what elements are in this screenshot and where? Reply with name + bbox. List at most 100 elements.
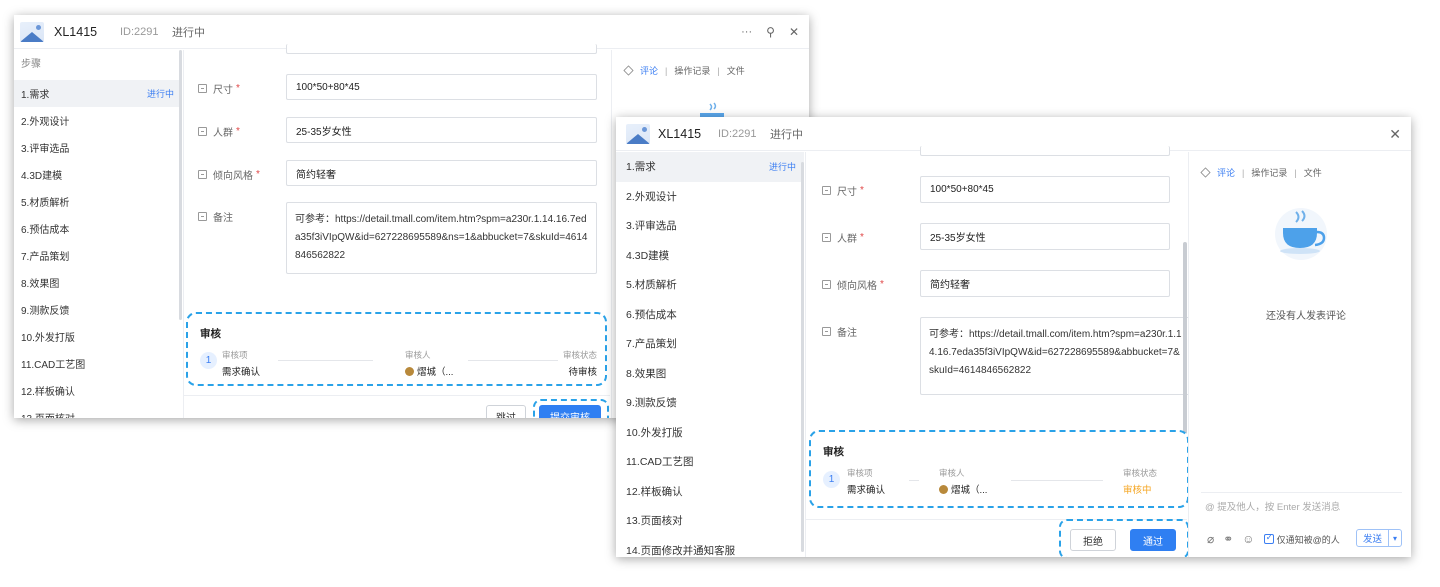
tab-operation-log[interactable]: 操作记录 xyxy=(674,64,710,77)
empty-comments-text: 还没有人发表评论 xyxy=(1266,311,1346,322)
sidebar-item-step-10[interactable]: 10.外发打版 xyxy=(616,418,804,448)
sidebar-item-step-9[interactable]: 9.测款反馈 xyxy=(14,296,182,323)
previous-field-input[interactable] xyxy=(286,44,597,54)
sidebar-item-step-6[interactable]: 6.预估成本 xyxy=(14,215,182,242)
emoji-icon[interactable]: ☺ xyxy=(1242,532,1254,546)
review-step-number: 1 xyxy=(200,352,217,369)
text-field-icon xyxy=(198,169,207,179)
sidebar-item-step-3[interactable]: 3.评审选品 xyxy=(14,134,182,161)
more-icon[interactable]: ··· xyxy=(741,26,752,38)
submit-review-button[interactable]: 提交审核 xyxy=(539,405,601,418)
field-label: 尺寸 xyxy=(837,186,857,198)
field-label: 倾向风格 xyxy=(213,170,253,182)
sidebar-item-step-12[interactable]: 12.样板确认 xyxy=(616,477,804,507)
step-label: 9.测款反馈 xyxy=(626,397,677,410)
field-label: 备注 xyxy=(213,212,233,224)
sidebar-item-step-11[interactable]: 11.CAD工艺图 xyxy=(14,350,182,377)
text-field-icon xyxy=(822,185,831,195)
notify-only-checkbox[interactable]: 仅通知被@的人 xyxy=(1263,532,1340,546)
sidebar-item-step-1[interactable]: 1.需求 进行中 xyxy=(14,80,182,107)
step-label: 11.CAD工艺图 xyxy=(21,360,86,371)
tab-comments[interactable]: 评论 xyxy=(640,64,658,77)
sidebar-item-step-4[interactable]: 4.3D建模 xyxy=(616,241,804,271)
task-id: ID:2291 xyxy=(120,25,159,38)
sidebar-item-step-7[interactable]: 7.产品策划 xyxy=(14,242,182,269)
review-reviewer: 审核人 熠城（... xyxy=(939,467,987,496)
review-divider xyxy=(1011,480,1103,481)
comment-input[interactable]: @ 提及他人，按 Enter 发送消息 xyxy=(1205,499,1340,513)
sidebar-item-step-12[interactable]: 12.样板确认 xyxy=(14,377,182,404)
review-item-key: 审核项 xyxy=(222,350,248,360)
comment-tabs: 评论 | 操作记录 | 文件 xyxy=(623,64,745,77)
sidebar-item-step-8[interactable]: 8.效果图 xyxy=(616,359,804,389)
style-input[interactable]: 简约轻奢 xyxy=(286,160,597,186)
size-input[interactable]: 100*50+80*45 xyxy=(920,176,1170,203)
sidebar-item-step-14[interactable]: 14.页面修改并通知客服 xyxy=(616,536,804,558)
sidebar-item-step-9[interactable]: 9.测款反馈 xyxy=(616,388,804,418)
sidebar-item-step-1[interactable]: 1.需求 进行中 xyxy=(616,152,804,182)
sidebar-item-step-3[interactable]: 3.评审选品 xyxy=(616,211,804,241)
step-sidebar: 1.需求 进行中 2.外观设计 3.评审选品 4.3D建模 5.材质解析 6.预… xyxy=(616,152,804,557)
step-label: 14.页面修改并通知客服 xyxy=(626,544,736,557)
sidebar-item-step-5[interactable]: 5.材质解析 xyxy=(14,188,182,215)
sidebar-item-step-10[interactable]: 10.外发打版 xyxy=(14,323,182,350)
sidebar-item-step-13[interactable]: 13.页面核对 xyxy=(14,404,182,418)
link-icon[interactable]: ⚭ xyxy=(1223,532,1233,546)
sidebar-item-step-5[interactable]: 5.材质解析 xyxy=(616,270,804,300)
chevron-down-icon[interactable]: ▾ xyxy=(1388,530,1401,546)
skip-button[interactable]: 跳过 xyxy=(486,405,526,418)
sidebar-item-step-13[interactable]: 13.页面核对 xyxy=(616,506,804,536)
previous-field-input[interactable] xyxy=(920,146,1170,156)
tab-operation-log[interactable]: 操作记录 xyxy=(1251,166,1287,179)
step-label: 12.样板确认 xyxy=(626,485,683,498)
approve-button[interactable]: 通过 xyxy=(1130,529,1176,551)
sidebar-item-step-7[interactable]: 7.产品策划 xyxy=(616,329,804,359)
comment-tabs: 评论 | 操作记录 | 文件 xyxy=(1200,166,1322,179)
sidebar-item-step-2[interactable]: 2.外观设计 xyxy=(616,182,804,212)
style-input[interactable]: 简约轻奢 xyxy=(920,270,1170,297)
reject-button[interactable]: 拒绝 xyxy=(1070,529,1116,551)
send-button[interactable]: 发送 xyxy=(1357,530,1388,546)
close-icon[interactable]: ✕ xyxy=(789,25,799,39)
tab-comments[interactable]: 评论 xyxy=(1217,166,1235,179)
remark-textarea[interactable]: 可参考：https://detail.tmall.com/item.htm?sp… xyxy=(920,317,1190,395)
step-label: 4.3D建模 xyxy=(21,171,63,182)
sidebar-item-step-6[interactable]: 6.预估成本 xyxy=(616,300,804,330)
sidebar-scrollbar[interactable] xyxy=(801,162,804,552)
crowd-input[interactable]: 25-35岁女性 xyxy=(920,223,1170,250)
review-item-value: 需求确认 xyxy=(222,367,261,378)
sidebar-item-step-4[interactable]: 4.3D建模 xyxy=(14,161,182,188)
sidebar-item-step-8[interactable]: 8.效果图 xyxy=(14,269,182,296)
review-title: 审核 xyxy=(823,446,844,458)
notify-only-label: 仅通知被@的人 xyxy=(1276,534,1340,545)
step-label: 8.效果图 xyxy=(21,279,60,290)
review-divider xyxy=(909,480,919,481)
close-icon[interactable]: ✕ xyxy=(1389,126,1401,143)
review-title: 审核 xyxy=(200,328,221,340)
step-label: 6.预估成本 xyxy=(626,308,677,321)
size-input[interactable]: 100*50+80*45 xyxy=(286,74,597,100)
review-status: 审核状态 审核中 xyxy=(1123,467,1157,496)
step-status: 进行中 xyxy=(146,89,174,99)
step-label: 8.效果图 xyxy=(626,367,667,380)
attachment-icon[interactable]: ⌀ xyxy=(1207,532,1214,546)
remark-textarea[interactable]: 可参考：https://detail.tmall.com/item.htm?sp… xyxy=(286,202,597,274)
sidebar-item-step-11[interactable]: 11.CAD工艺图 xyxy=(616,447,804,477)
app-logo-icon xyxy=(626,123,650,144)
textarea-field-icon xyxy=(822,326,831,336)
step-label: 9.测款反馈 xyxy=(21,306,70,317)
sidebar-item-step-2[interactable]: 2.外观设计 xyxy=(14,107,182,134)
review-item-key: 审核项 xyxy=(847,468,873,478)
task-code: XL1415 xyxy=(54,24,98,39)
sidebar-scrollbar[interactable] xyxy=(179,50,182,320)
tree-icon[interactable]: ⚲ xyxy=(766,25,775,39)
field-label: 人群 xyxy=(213,127,233,139)
tab-files[interactable]: 文件 xyxy=(727,64,745,77)
task-status: 进行中 xyxy=(770,128,803,141)
step-label: 3.评审选品 xyxy=(21,144,70,155)
app-logo-icon xyxy=(20,21,44,42)
tab-files[interactable]: 文件 xyxy=(1304,166,1322,179)
step-label: 10.外发打版 xyxy=(626,426,683,439)
crowd-input[interactable]: 25-35岁女性 xyxy=(286,117,597,143)
text-field-icon xyxy=(198,83,207,93)
